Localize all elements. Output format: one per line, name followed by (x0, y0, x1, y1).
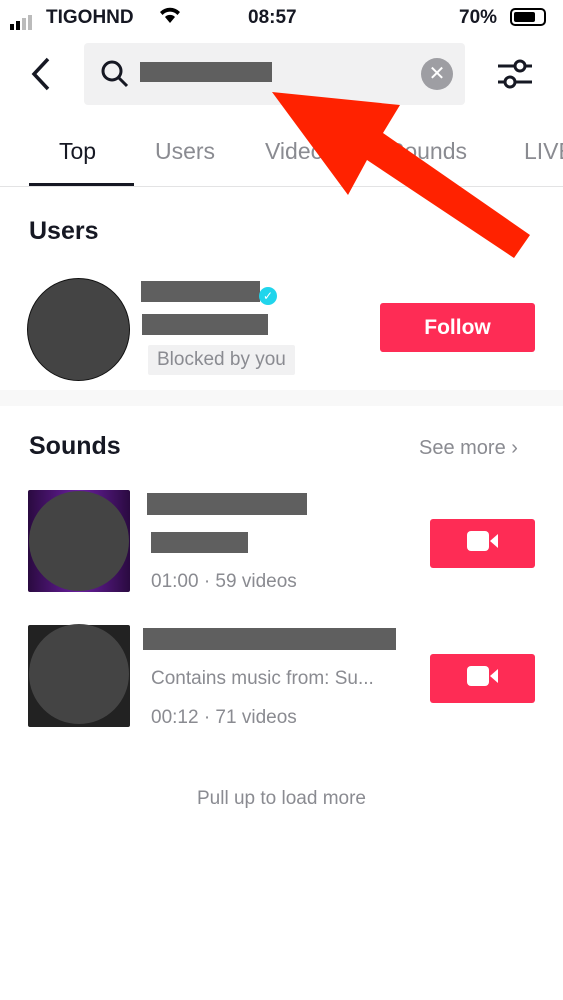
annotation-arrow-icon (272, 92, 530, 258)
